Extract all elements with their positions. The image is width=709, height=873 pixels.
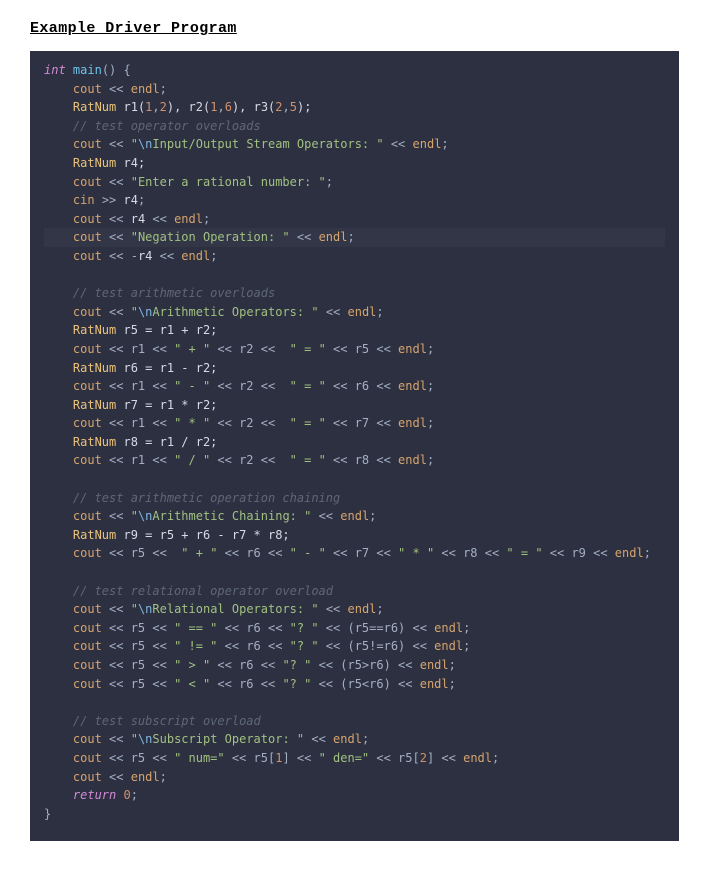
- kw-int: int: [44, 63, 66, 77]
- comment: // test subscript overload: [73, 714, 261, 728]
- comment: // test arithmetic operation chaining: [73, 491, 340, 505]
- code-block: int main() { cout << endl; RatNum r1(1,2…: [30, 51, 679, 841]
- comment: // test operator overloads: [73, 119, 261, 133]
- comment: // test arithmetic overloads: [73, 286, 275, 300]
- kw-return: return: [73, 788, 116, 802]
- fn-main: main: [66, 63, 102, 77]
- comment: // test relational operator overload: [73, 584, 333, 598]
- section-title: Example Driver Program: [30, 20, 679, 37]
